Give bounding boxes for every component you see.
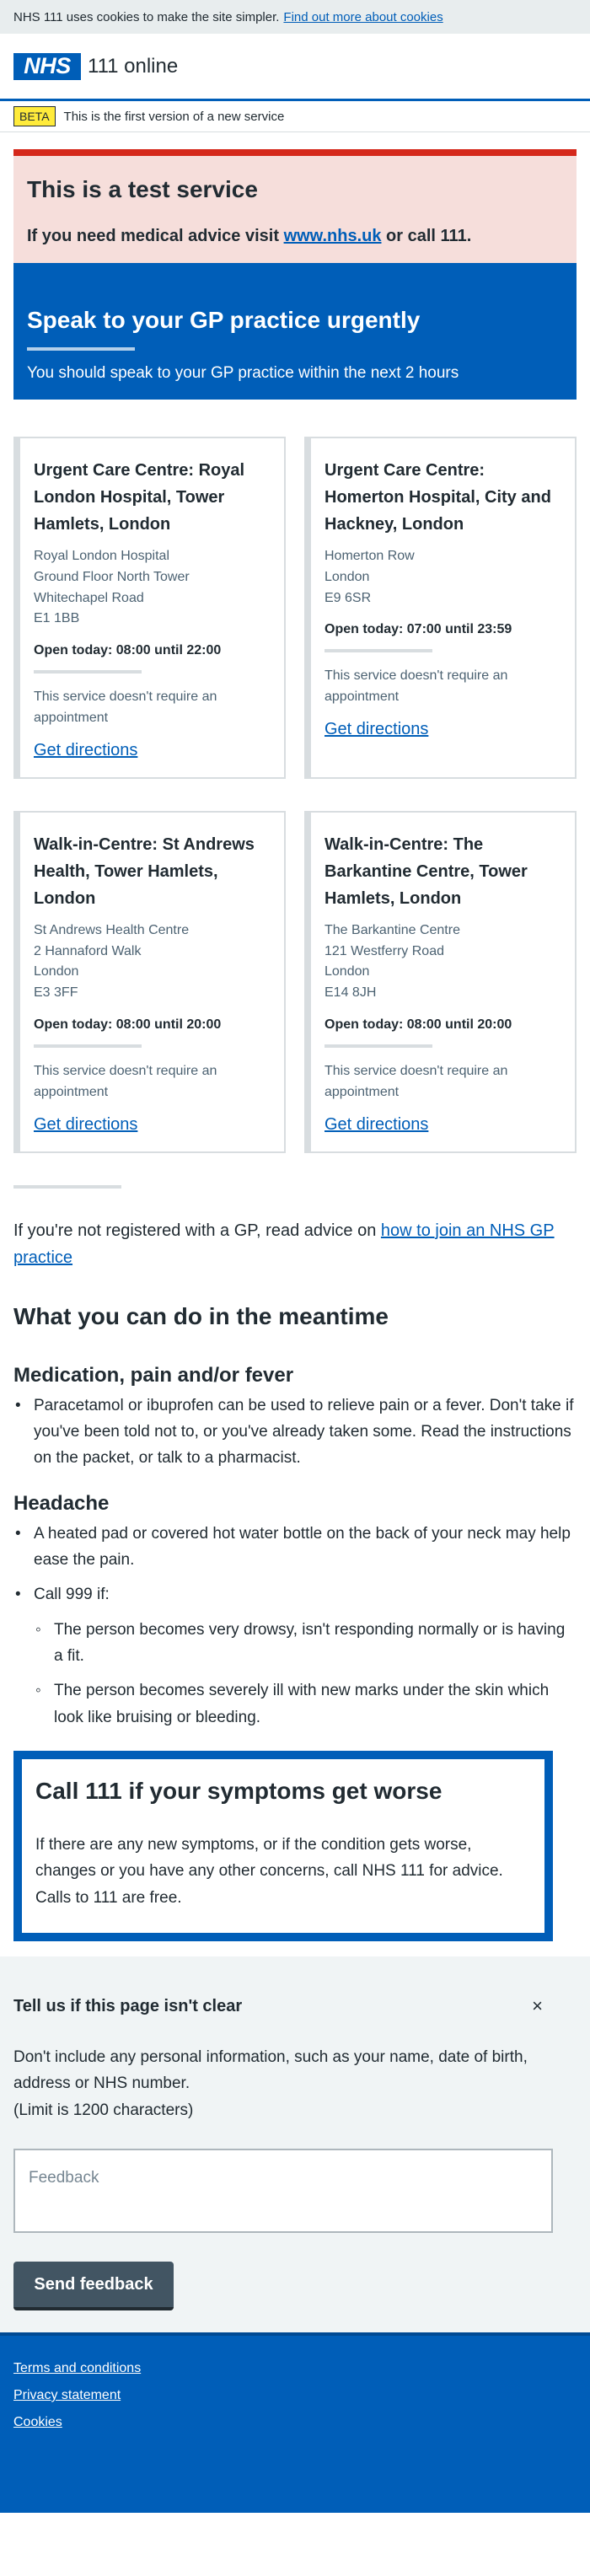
cookie-info-link[interactable]: Find out more about cookies <box>283 10 442 24</box>
list-item: The person becomes very drowsy, isn't re… <box>34 1617 577 1670</box>
medication-heading: Medication, pain and/or fever <box>13 1363 294 1387</box>
list-item: A heated pad or covered hot water bottle… <box>13 1521 577 1574</box>
service-name-heading: Walk-in-Centre: The Barkantine Centre, T… <box>324 835 528 908</box>
address-line: St Andrews Health Centre <box>34 922 190 937</box>
address-line: 2 Hannaford Walk <box>34 943 142 958</box>
service-card: Urgent Care Centre: Royal London Hospita… <box>13 437 286 779</box>
worsening-callout: Call 111 if your symptoms get worse If t… <box>13 1751 553 1942</box>
appointment-info: This service doesn't require an appointm… <box>34 690 217 725</box>
appointment-info: This service doesn't require an appointm… <box>34 1063 217 1099</box>
close-icon[interactable]: × <box>532 1995 577 2017</box>
test-service-prefix: If you need medical advice visit <box>27 227 284 245</box>
list-item: Paracetamol or ibuprofen can be used to … <box>13 1393 577 1472</box>
site-footer: Terms and conditions Privacy statement C… <box>0 2332 590 2514</box>
get-directions-link[interactable]: Get directions <box>324 1115 428 1134</box>
address-line: The Barkantine Centre <box>324 922 460 937</box>
test-service-title: This is a test service <box>27 176 258 202</box>
address-line: Ground Floor North Tower <box>34 569 190 584</box>
feedback-textarea[interactable]: Feedback <box>13 2149 553 2234</box>
list-item: The person becomes severely ill with new… <box>34 1677 577 1731</box>
nhs-logo-text: NHS <box>24 53 71 78</box>
get-directions-link[interactable]: Get directions <box>324 720 428 738</box>
cookie-banner-text: NHS 111 uses cookies to make the site si… <box>13 9 280 24</box>
feedback-placeholder: Feedback <box>29 2169 99 2187</box>
address-line: Royal London Hospital <box>34 549 169 563</box>
service-address: St Andrews Health Centre 2 Hannaford Wal… <box>34 920 271 1004</box>
care-advice-rule <box>27 347 135 351</box>
test-service-warning: This is a test service If you need medic… <box>13 149 577 263</box>
phase-text: This is the first version of a new servi… <box>63 109 285 124</box>
service-card: Walk-in-Centre: The Barkantine Centre, T… <box>304 810 577 1153</box>
beta-tag: BETA <box>13 106 56 126</box>
address-line: London <box>34 964 79 979</box>
care-advice-title: Speak to your GP practice urgently <box>27 307 421 333</box>
call-999-list: The person becomes very drowsy, isn't re… <box>34 1617 577 1731</box>
worsening-title: Call 111 if your symptoms get worse <box>35 1778 442 1804</box>
opening-hours: Open today: 08:00 until 20:00 <box>324 1017 512 1032</box>
address-line: E9 6SR <box>324 590 372 605</box>
headache-heading: Headache <box>13 1491 110 1515</box>
send-feedback-button[interactable]: Send feedback <box>13 2262 174 2311</box>
cookies-link[interactable]: Cookies <box>13 2415 577 2430</box>
address-line: E1 1BB <box>34 611 80 626</box>
opening-hours: Open today: 08:00 until 22:00 <box>34 643 222 658</box>
gp-advice-prefix: If you're not registered with a GP, read… <box>13 1221 381 1240</box>
service-name-heading: Urgent Care Centre: Royal London Hospita… <box>34 461 245 534</box>
service-name: 111 online <box>88 54 179 78</box>
feedback-header: Tell us if this page isn't clear × <box>13 1995 577 2017</box>
feedback-limit: (Limit is 1200 characters) <box>13 2101 194 2119</box>
card-divider <box>324 1044 432 1048</box>
privacy-link[interactable]: Privacy statement <box>13 2388 577 2403</box>
address-line: E14 8JH <box>324 985 377 1001</box>
opening-hours: Open today: 08:00 until 20:00 <box>34 1017 222 1032</box>
get-directions-link[interactable]: Get directions <box>34 1115 137 1134</box>
get-directions-link[interactable]: Get directions <box>34 741 137 759</box>
appointment-info: This service doesn't require an appointm… <box>324 1063 508 1099</box>
service-cards: Urgent Care Centre: Royal London Hospita… <box>13 437 577 1185</box>
service-name-heading: Urgent Care Centre: Homerton Hospital, C… <box>324 461 551 534</box>
care-advice-text: You should speak to your GP practice wit… <box>27 364 459 382</box>
test-service-text: If you need medical advice visit www.nhs… <box>27 227 563 246</box>
card-divider <box>34 1044 142 1048</box>
cookie-banner: NHS 111 uses cookies to make the site si… <box>0 0 590 34</box>
terms-link[interactable]: Terms and conditions <box>13 2361 577 2376</box>
service-address: Homerton Row London E9 6SR <box>324 546 561 609</box>
test-service-suffix: or call 111. <box>381 227 472 245</box>
call-999-label: Call 999 if: <box>34 1586 110 1604</box>
feedback-instructions: Don't include any personal information, … <box>13 2048 528 2093</box>
card-divider <box>324 649 432 653</box>
list-item: Call 999 if: The person becomes very dro… <box>13 1581 577 1731</box>
nhs-website-link[interactable]: www.nhs.uk <box>284 227 382 245</box>
card-divider <box>34 670 142 674</box>
address-line: London <box>324 569 370 584</box>
service-address: The Barkantine Centre 121 Westferry Road… <box>324 920 561 1004</box>
worsening-text: If there are any new symptoms, or if the… <box>35 1836 503 1907</box>
meantime-heading: What you can do in the meantime <box>13 1302 389 1329</box>
section-divider <box>13 1184 121 1189</box>
service-card: Urgent Care Centre: Homerton Hospital, C… <box>304 437 577 779</box>
gp-registration-advice: If you're not registered with a GP, read… <box>13 1217 577 1271</box>
address-line: E3 3FF <box>34 985 78 1001</box>
address-line: Whitechapel Road <box>34 590 144 605</box>
address-line: London <box>324 964 370 979</box>
address-line: Homerton Row <box>324 549 415 563</box>
service-name-heading: Walk-in-Centre: St Andrews Health, Tower… <box>34 835 255 908</box>
service-address: Royal London Hospital Ground Floor North… <box>34 546 271 630</box>
main-content: This is a test service If you need medic… <box>0 149 590 1942</box>
opening-hours: Open today: 07:00 until 23:59 <box>324 622 512 637</box>
care-advice-panel: Speak to your GP practice urgently You s… <box>13 263 577 400</box>
service-card: Walk-in-Centre: St Andrews Health, Tower… <box>13 810 286 1153</box>
feedback-section: Tell us if this page isn't clear × Don't… <box>0 1956 590 2333</box>
feedback-title: Tell us if this page isn't clear <box>13 1996 243 2015</box>
site-header: NHS 111 online <box>0 34 590 101</box>
headache-list: A heated pad or covered hot water bottle… <box>13 1521 577 1731</box>
medication-list: Paracetamol or ibuprofen can be used to … <box>13 1393 577 1472</box>
nhs-logo[interactable]: NHS <box>13 52 81 80</box>
appointment-info: This service doesn't require an appointm… <box>324 668 508 705</box>
phase-banner: BETA This is the first version of a new … <box>0 101 590 132</box>
address-line: 121 Westferry Road <box>324 943 444 958</box>
